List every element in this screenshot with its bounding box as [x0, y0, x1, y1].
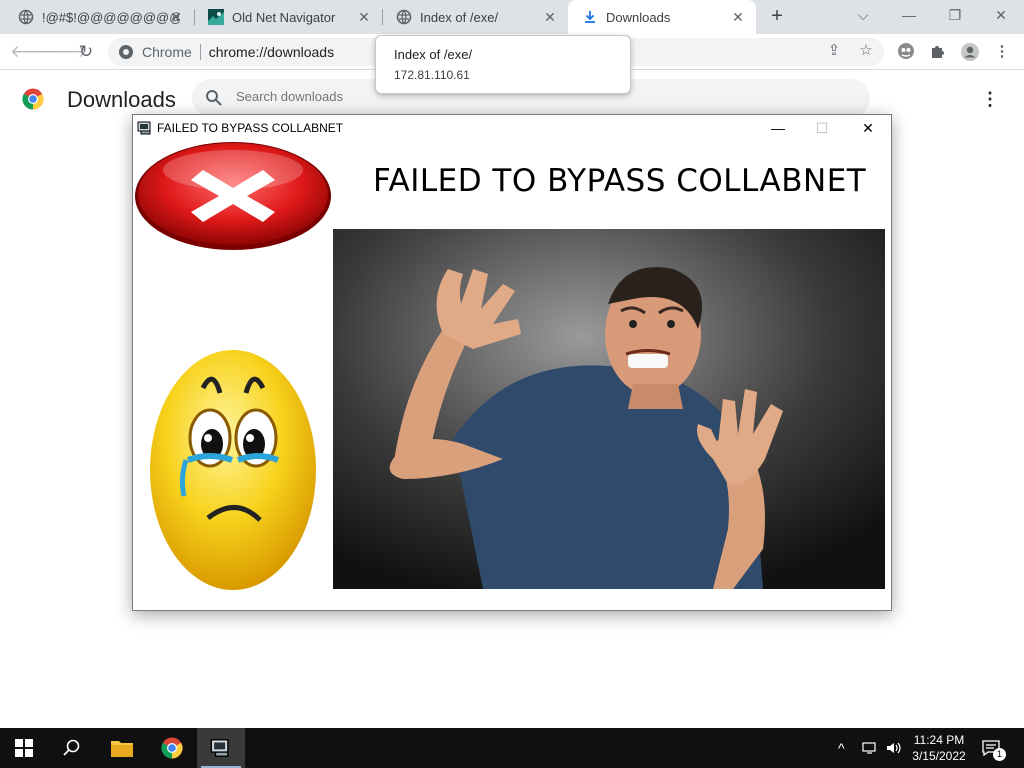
search-icon: [63, 739, 80, 756]
tab-title: Downloads: [606, 9, 671, 25]
download-icon: [585, 11, 595, 23]
reload-button[interactable]: ↻: [74, 40, 98, 64]
tooltip-subtitle: 172.81.110.61: [394, 68, 470, 82]
close-tab-icon[interactable]: ✕: [542, 9, 558, 25]
popup-titlebar[interactable]: FAILED TO BYPASS COLLABNET — ☐ ✕: [133, 115, 891, 141]
search-taskbar-button[interactable]: [48, 728, 96, 768]
restore-button[interactable]: ❐: [940, 4, 970, 28]
network-icon[interactable]: [862, 728, 880, 768]
omnibox-chip: Chrome: [142, 44, 192, 60]
popup-headline: FAILED TO BYPASS COLLABNET: [373, 163, 867, 199]
tab-downloads[interactable]: Downloads ✕: [568, 0, 756, 34]
chrome-logo-icon: [161, 737, 183, 759]
windows-logo-icon: [15, 739, 33, 757]
tab-title: Index of /exe/: [420, 9, 499, 25]
angry-man-photo: [333, 229, 885, 589]
popup-window-title: FAILED TO BYPASS COLLABNET: [157, 121, 344, 135]
globe-icon: [18, 9, 34, 25]
more-actions-icon[interactable]: ⋮: [980, 88, 1000, 110]
show-hidden-icons-chevron-icon[interactable]: ^: [838, 740, 854, 756]
file-explorer-button[interactable]: [98, 728, 146, 768]
close-tab-icon[interactable]: ✕: [356, 9, 372, 25]
popup-maximize-button[interactable]: ☐: [807, 117, 837, 139]
error-popup-window: FAILED TO BYPASS COLLABNET — ☐ ✕ FAILED …: [132, 114, 892, 611]
omnibox-divider: [199, 44, 201, 60]
tab-strip: !@#$!@@@@@@@@ I ✕ Old Net Navigator ✕ In…: [0, 0, 1024, 34]
volume-icon[interactable]: [886, 728, 904, 768]
popup-app-taskbar-button[interactable]: [197, 728, 245, 768]
page-title: Downloads: [67, 87, 176, 112]
notifications-button[interactable]: 1: [982, 728, 1006, 768]
tab-1[interactable]: !@#$!@@@@@@@@ I ✕: [4, 0, 194, 34]
profile-avatar-icon[interactable]: [960, 42, 980, 62]
system-clock[interactable]: 11:24 PM 3/15/2022: [906, 732, 972, 764]
share-icon[interactable]: ⇪: [824, 41, 844, 61]
chrome-menu-icon[interactable]: ⋮: [992, 42, 1012, 62]
popup-close-button[interactable]: ✕: [853, 117, 883, 139]
tab-2[interactable]: Old Net Navigator ✕: [194, 0, 382, 34]
globe-icon: [396, 9, 412, 25]
extensions-puzzle-icon[interactable]: [928, 42, 948, 62]
start-button[interactable]: [0, 728, 48, 768]
app-icon: [137, 121, 151, 135]
popup-minimize-button[interactable]: —: [763, 117, 793, 139]
chrome-logo-icon: [22, 88, 44, 110]
minimize-button[interactable]: —: [894, 4, 924, 28]
tab-3[interactable]: Index of /exe/ ✕: [382, 0, 568, 34]
error-x-icon: [135, 142, 331, 250]
omnibox-url: chrome://downloads: [208, 44, 335, 60]
tab-title: Old Net Navigator: [232, 9, 336, 25]
clock-time: 11:24 PM: [913, 733, 965, 747]
chrome-taskbar-button[interactable]: [148, 728, 196, 768]
close-tab-icon[interactable]: ✕: [168, 9, 184, 25]
tab-title: !@#$!@@@@@@@@ I: [42, 9, 180, 25]
close-window-button[interactable]: ✕: [986, 4, 1016, 28]
tab-hover-tooltip: Index of /exe/ 172.81.110.61: [375, 35, 631, 94]
tab-search-icon[interactable]: ⌵: [848, 4, 878, 28]
new-tab-button[interactable]: +: [764, 5, 790, 29]
navigator-favicon-icon: [208, 9, 224, 25]
chrome-site-icon: [119, 45, 133, 59]
back-button[interactable]: 🡐: [10, 40, 56, 64]
notification-count-badge: 1: [993, 748, 1006, 761]
forward-button[interactable]: 🡒: [42, 40, 88, 64]
search-icon: [206, 90, 222, 106]
app-icon: [210, 739, 229, 757]
windows-taskbar: ^ 11:24 PM 3/15/2022 1: [0, 728, 1024, 768]
crying-emoji-icon: [150, 350, 316, 590]
tooltip-title: Index of /exe/: [394, 47, 473, 62]
clock-date: 3/15/2022: [912, 749, 966, 763]
close-tab-icon[interactable]: ✕: [730, 9, 746, 25]
extension-avatar-icon[interactable]: [896, 42, 916, 62]
bookmark-star-icon[interactable]: ☆: [856, 41, 876, 61]
folder-icon: [111, 741, 133, 757]
